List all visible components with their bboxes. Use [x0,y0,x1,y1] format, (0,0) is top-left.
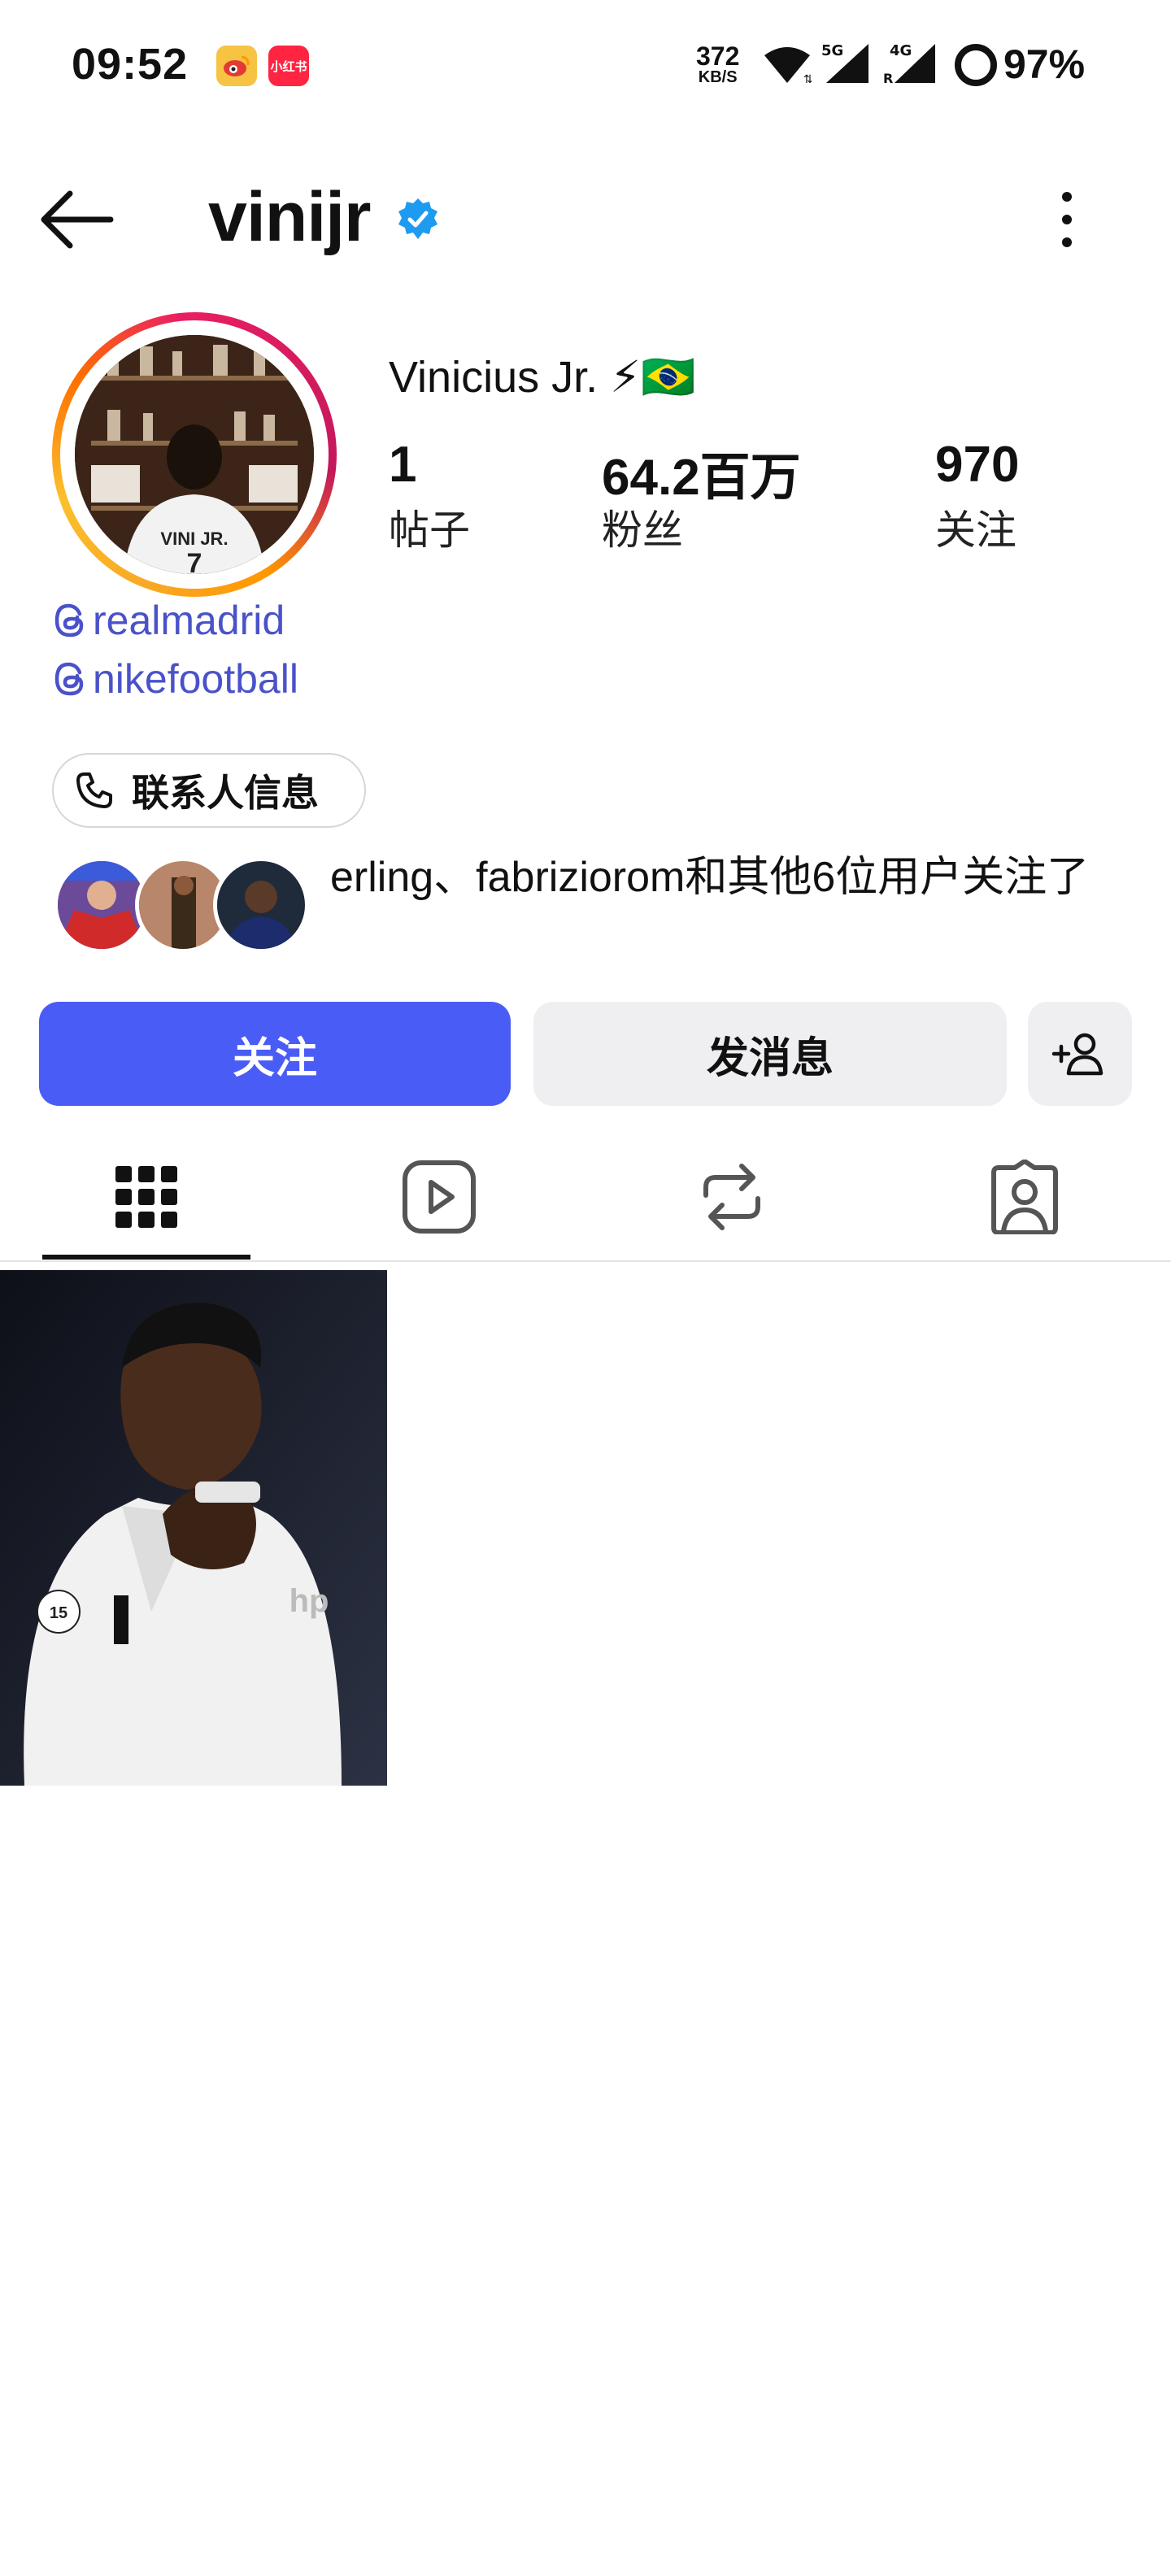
xiaohongshu-icon: 小红书 [268,46,309,86]
svg-text:⇅: ⇅ [803,73,812,85]
following-count[interactable]: 970 [935,436,1019,494]
threads-link-realmadrid[interactable]: realmadrid [52,597,285,644]
threads-link-nikefootball[interactable]: nikefootball [52,655,298,703]
tab-posts-grid[interactable] [0,1132,293,1262]
threads-icon [54,603,84,637]
wifi-icon: ⇅ [764,47,812,85]
svg-text:R: R [883,71,893,86]
battery-ring-icon [955,44,997,86]
active-tab-indicator [42,1255,250,1260]
tab-divider [0,1260,1171,1262]
tab-tagged[interactable] [878,1132,1171,1262]
signal-5g-icon: 5G [821,42,868,83]
svg-text:15: 15 [50,1604,67,1622]
threads-icon [54,662,84,696]
net-speed: 372 KB/S [696,41,740,86]
svg-text:VINI JR.: VINI JR. [160,529,228,549]
link-text: nikefootball [93,656,298,702]
contact-info-label: 联系人信息 [132,772,319,814]
mutual-followers-text[interactable]: erling、fabriziorom和其他6位用户关注了 [330,851,1111,904]
post-thumbnail[interactable]: 15 hp [0,1270,387,1786]
status-time: 09:52 [72,40,189,89]
display-name: Vinicius Jr. ⚡🇧🇷 [389,353,696,402]
link-text: realmadrid [93,598,285,643]
posts-count[interactable]: 1 [389,436,416,494]
grid-icon [115,1166,177,1228]
add-person-icon [1051,1033,1104,1076]
follow-button[interactable]: 关注 [39,1002,511,1106]
battery-percent: 97% [1003,41,1086,87]
weibo-icon [216,46,257,86]
profile-avatar[interactable]: VINI JR. 7 [75,335,314,574]
posts-label[interactable]: 帖子 [389,498,470,556]
suggest-users-button[interactable] [1028,1002,1132,1106]
message-button[interactable]: 发消息 [533,1002,1007,1106]
phone-icon [76,772,112,808]
verified-badge-icon [398,198,437,239]
mutual-avatar[interactable] [213,857,309,953]
tab-reposts[interactable] [586,1132,878,1262]
more-options-icon[interactable] [1049,189,1085,250]
back-arrow-icon[interactable] [39,189,114,250]
followers-label[interactable]: 粉丝 [602,498,683,556]
tab-reels[interactable] [293,1132,586,1262]
following-label[interactable]: 关注 [935,498,1016,556]
reels-icon [403,1160,476,1234]
svg-text:5G: 5G [821,42,843,59]
repost-icon [703,1164,760,1230]
svg-text:hp: hp [289,1583,329,1619]
svg-text:4G: 4G [890,42,912,59]
contact-info-button[interactable]: 联系人信息 [52,753,366,828]
svg-text:7: 7 [187,548,202,574]
signal-4g-icon: 4G R [883,42,935,86]
profile-username: vinijr [208,178,372,256]
tagged-person-icon [991,1160,1058,1234]
